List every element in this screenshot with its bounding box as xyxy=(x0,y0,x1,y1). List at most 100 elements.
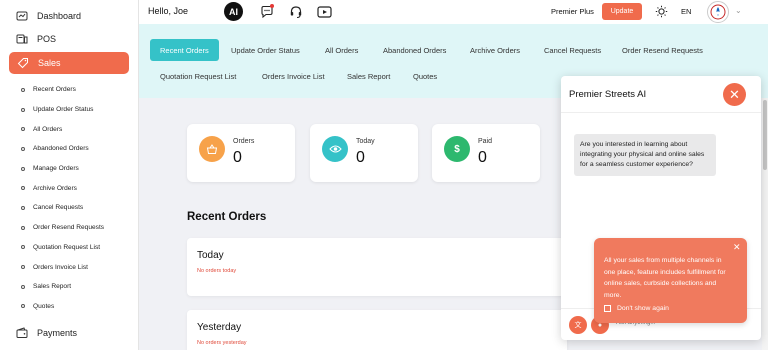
sidebar-item-label: Dashboard xyxy=(37,11,82,21)
stat-label: Today xyxy=(356,138,375,145)
eye-icon xyxy=(322,136,348,162)
submenu-label: Archive Orders xyxy=(33,184,77,192)
submenu-quotation-request-list[interactable]: Quotation Request List xyxy=(0,238,139,258)
ai-chat-header: Premier Streets AI ✕ xyxy=(561,76,761,113)
stat-card-orders: Orders 0 xyxy=(187,124,295,182)
theme-toggle-icon[interactable] xyxy=(654,4,669,19)
close-icon[interactable]: ✕ xyxy=(733,242,741,253)
checkbox-icon[interactable] xyxy=(604,305,611,312)
bullet-icon xyxy=(21,304,25,309)
avatar[interactable] xyxy=(707,1,729,23)
bullet-icon xyxy=(21,87,25,92)
bullet-icon xyxy=(21,127,25,132)
stat-value: 0 xyxy=(233,149,242,166)
promo-popup: ✕ All your sales from multiple channels … xyxy=(594,238,747,323)
submenu-sales-report[interactable]: Sales Report xyxy=(0,277,139,297)
dont-show-again-checkbox[interactable]: Don't show again xyxy=(604,305,669,312)
tab-orders-invoice-list[interactable]: Orders Invoice List xyxy=(262,72,325,81)
chat-icon[interactable] xyxy=(259,4,274,19)
chevron-down-icon[interactable]: ⌄ xyxy=(735,6,742,15)
sidebar-item-dashboard[interactable]: Dashboard xyxy=(0,5,81,27)
submenu-label: Cancel Requests xyxy=(33,204,84,212)
dollar-icon: $ xyxy=(444,136,470,162)
ai-chat-title: Premier Streets AI xyxy=(569,89,647,100)
submenu-label: Quotes xyxy=(33,302,55,310)
ai-assistant-button[interactable]: AI xyxy=(224,2,243,21)
close-icon[interactable]: ✕ xyxy=(723,83,746,106)
submenu-all-orders[interactable]: All Orders xyxy=(0,119,139,139)
greeting: Hello, Joe xyxy=(148,6,189,16)
wallet-icon xyxy=(16,327,28,339)
sidebar-item-pos[interactable]: POS xyxy=(0,28,56,50)
submenu-update-order-status[interactable]: Update Order Status xyxy=(0,100,139,120)
promo-text: All your sales from multiple channels in… xyxy=(604,257,726,299)
bullet-icon xyxy=(21,265,25,270)
submenu-orders-invoice-list[interactable]: Orders Invoice List xyxy=(0,257,139,277)
tab-quotes[interactable]: Quotes xyxy=(413,72,437,81)
bullet-icon xyxy=(21,146,25,151)
order-group-yesterday: Yesterday No orders yesterday xyxy=(187,310,567,350)
order-group-title: Today xyxy=(197,250,224,261)
tag-icon xyxy=(17,57,29,69)
sidebar-item-payments[interactable]: Payments xyxy=(0,322,77,344)
sales-submenu: Recent Orders Update Order Status All Or… xyxy=(0,80,139,316)
tab-order-resend-requests[interactable]: Order Resend Requests xyxy=(622,46,703,55)
tab-all-orders[interactable]: All Orders xyxy=(325,46,358,55)
submenu-label: Orders Invoice List xyxy=(33,263,88,271)
update-button[interactable]: Update xyxy=(602,3,642,20)
tab-quotation-request-list[interactable]: Quotation Request List xyxy=(160,72,236,81)
stat-card-today: Today 0 xyxy=(310,124,418,182)
translate-icon[interactable]: 文 xyxy=(569,316,587,334)
tab-cancel-requests[interactable]: Cancel Requests xyxy=(544,46,601,55)
submenu-abandoned-orders[interactable]: Abandoned Orders xyxy=(0,139,139,159)
topbar: Hello, Joe AI Premier Plus Update EN ⌄ xyxy=(139,0,768,24)
section-title: Recent Orders xyxy=(187,211,267,223)
submenu-cancel-requests[interactable]: Cancel Requests xyxy=(0,198,139,218)
submenu-label: All Orders xyxy=(33,125,63,133)
submenu-label: Update Order Status xyxy=(33,106,94,114)
headset-icon[interactable] xyxy=(288,4,303,19)
submenu-label: Abandoned Orders xyxy=(33,145,89,153)
stat-value: 0 xyxy=(478,149,487,166)
sidebar-item-label: Sales xyxy=(38,58,61,68)
video-icon[interactable] xyxy=(317,4,332,19)
scrollbar-thumb[interactable] xyxy=(763,100,767,170)
order-group-title: Yesterday xyxy=(197,322,242,333)
tab-archive-orders[interactable]: Archive Orders xyxy=(470,46,520,55)
language-selector[interactable]: EN xyxy=(681,7,691,16)
ai-message: Are you interested in learning about int… xyxy=(574,134,716,176)
sidebar-item-label: Payments xyxy=(37,328,78,338)
tab-recent-orders[interactable]: Recent Orders xyxy=(150,39,219,61)
stat-card-paid: $ Paid 0 xyxy=(432,124,540,182)
bullet-icon xyxy=(21,186,25,191)
notification-dot xyxy=(270,4,274,8)
sidebar-item-sales[interactable]: Sales xyxy=(9,52,129,74)
order-group-today: Today No orders today xyxy=(187,238,567,296)
empty-message: No orders yesterday xyxy=(197,340,247,346)
empty-message: No orders today xyxy=(197,268,237,274)
submenu-quotes[interactable]: Quotes xyxy=(0,297,139,317)
bullet-icon xyxy=(21,166,25,171)
tab-sales-report[interactable]: Sales Report xyxy=(347,72,390,81)
submenu-label: Manage Orders xyxy=(33,165,79,173)
tab-abandoned-orders[interactable]: Abandoned Orders xyxy=(383,46,446,55)
submenu-archive-orders[interactable]: Archive Orders xyxy=(0,178,139,198)
submenu-label: Order Resend Requests xyxy=(33,224,105,232)
submenu-order-resend-requests[interactable]: Order Resend Requests xyxy=(0,218,139,238)
bullet-icon xyxy=(21,205,25,210)
dashboard-icon xyxy=(16,10,28,22)
stat-label: Paid xyxy=(478,138,493,145)
checkbox-label: Don't show again xyxy=(617,305,669,312)
tab-update-order-status[interactable]: Update Order Status xyxy=(231,46,300,55)
pos-icon xyxy=(16,33,28,45)
bullet-icon xyxy=(21,245,25,250)
submenu-recent-orders[interactable]: Recent Orders xyxy=(0,80,139,100)
bullet-icon xyxy=(21,225,25,230)
bullet-icon xyxy=(21,107,25,112)
sidebar: Dashboard POS Sales Recent Orders Update… xyxy=(0,0,139,350)
submenu-manage-orders[interactable]: Manage Orders xyxy=(0,159,139,179)
submenu-label: Recent Orders xyxy=(33,86,76,94)
submenu-label: Quotation Request List xyxy=(33,243,101,251)
stat-label: Orders xyxy=(233,138,255,145)
submenu-label: Sales Report xyxy=(33,283,72,291)
